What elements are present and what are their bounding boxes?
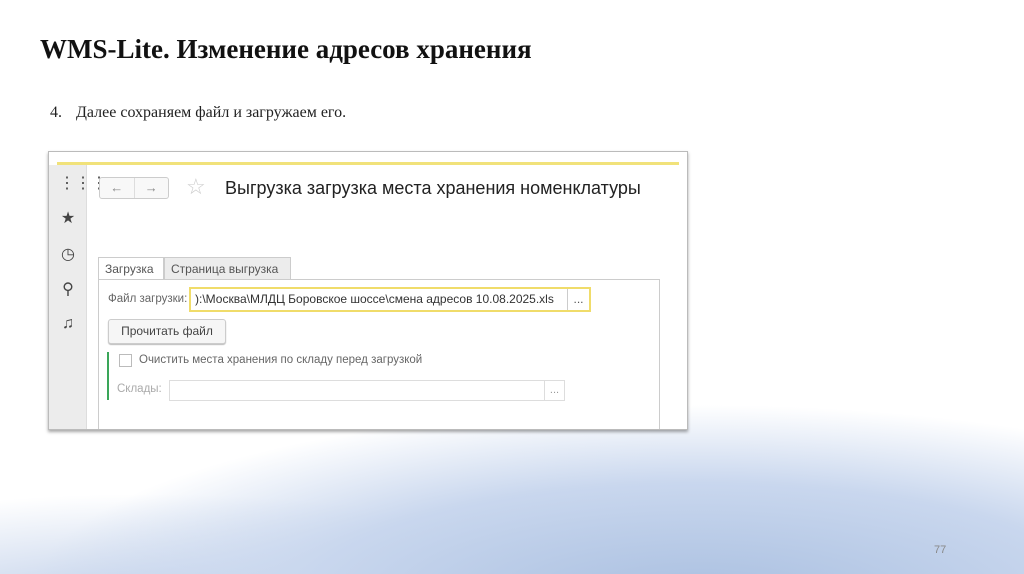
page-number: 77 [934, 544, 947, 556]
search-icon[interactable]: ⚲ [59, 279, 77, 299]
group-indicator [107, 352, 109, 400]
app-screenshot: ⋮⋮⋮ ★ ◷ ⚲ ♫ ← → ☆ Выгрузка загрузка мест… [48, 151, 688, 430]
select-warehouses-button[interactable]: ... [544, 381, 564, 400]
form-title: Выгрузка загрузка места хранения номенкл… [225, 178, 641, 198]
file-value: ):\Москва\МЛДЦ Боровское шоссе\смена адр… [195, 292, 554, 306]
favorite-star-icon[interactable]: ☆ [186, 174, 206, 200]
clear-checkbox[interactable] [119, 354, 132, 367]
accent-line [57, 162, 679, 165]
sidebar: ⋮⋮⋮ ★ ◷ ⚲ ♫ [49, 165, 107, 429]
read-file-button[interactable]: Прочитать файл [108, 319, 226, 344]
step-text: 4. Далее сохраняем файл и загружаем его. [50, 104, 346, 122]
warehouses-input[interactable]: ... [169, 380, 565, 401]
select-file-button[interactable]: ... [567, 289, 589, 310]
step-number: 4. [50, 104, 62, 121]
slide-title: WMS-Lite. Изменение адресов хранения [40, 34, 532, 64]
bell-icon[interactable]: ♫ [59, 315, 77, 333]
step-description: Далее сохраняем файл и загружаем его. [76, 104, 347, 121]
file-label: Файл загрузки: [108, 293, 188, 305]
back-button[interactable]: ← [100, 178, 134, 198]
file-input[interactable]: ):\Москва\МЛДЦ Боровское шоссе\смена адр… [189, 287, 591, 312]
history-icon[interactable]: ◷ [59, 244, 77, 264]
nav-buttons: ← → [99, 177, 169, 199]
tab-export-page[interactable]: Страница выгрузка [164, 257, 291, 280]
apps-grid-icon[interactable]: ⋮⋮⋮ [59, 173, 107, 193]
tab-load[interactable]: Загрузка [98, 257, 164, 280]
star-icon[interactable]: ★ [59, 208, 77, 228]
clear-checkbox-label: Очистить места хранения по складу перед … [139, 354, 423, 366]
forward-button[interactable]: → [133, 178, 169, 198]
warehouses-label: Склады: [117, 383, 162, 395]
